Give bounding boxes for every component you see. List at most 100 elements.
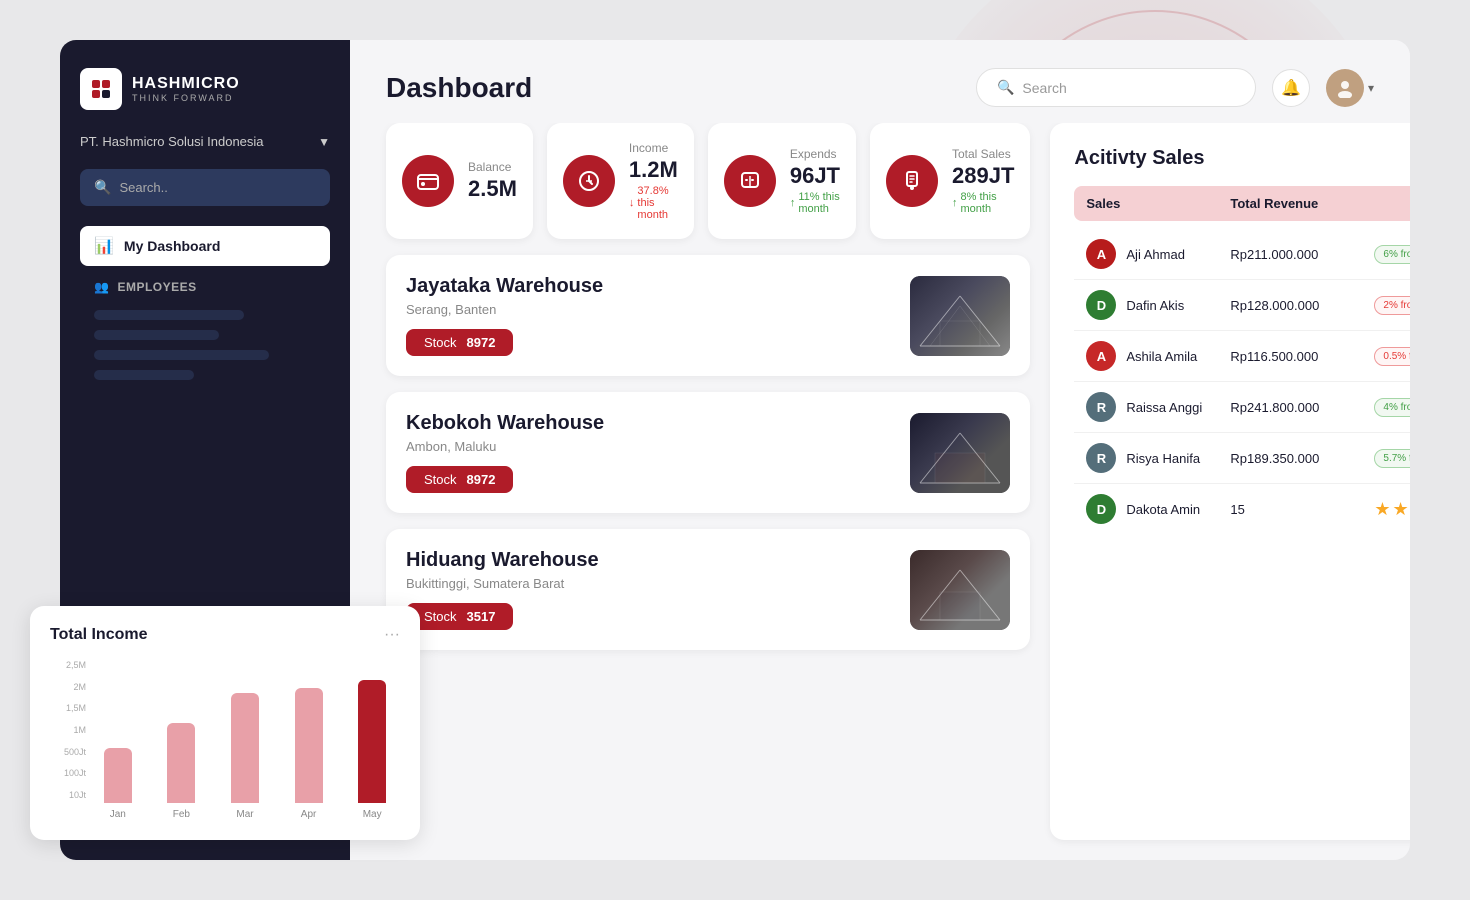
sales-change-0: 6% from last month (1374, 245, 1410, 264)
y-axis: 2,5M 2M 1,5M 1M 500Jt 100Jt 10Jt (50, 660, 86, 800)
logo-name: HASHMICRO (132, 75, 240, 93)
activity-row-1: D Dafin Akis Rp128.000.000 2% from last … (1074, 280, 1410, 331)
stat-info-balance: Balance 2.5M (468, 160, 517, 202)
chart-menu-icon[interactable]: ··· (384, 626, 400, 644)
sales-person-4: R Risya Hanifa (1086, 443, 1230, 473)
nav-item-placeholder-2[interactable] (94, 330, 219, 340)
avatar-chevron-icon: ▾ (1368, 81, 1374, 95)
main-content: Dashboard 🔍 🔔 ▾ (350, 40, 1410, 860)
sidebar-item-dashboard[interactable]: 📊 My Dashboard (80, 226, 330, 266)
sales-revenue-0: Rp211.000.000 (1230, 247, 1374, 262)
expends-change-arrow: ↑ (790, 197, 796, 209)
activity-row-2: A Ashila Amila Rp116.500.000 0.5% from l… (1074, 331, 1410, 382)
bar-2 (231, 693, 259, 803)
nav-item-placeholder-4[interactable] (94, 370, 194, 380)
chart-title: Total Income (50, 626, 148, 644)
y-label-5: 100Jt (64, 768, 86, 778)
warehouse-location-2: Bukittinggi, Sumatera Barat (406, 576, 599, 591)
warehouse-img-2 (910, 550, 1010, 630)
warehouse-card-0: Jayataka Warehouse Serang, Banten Stock … (386, 255, 1030, 376)
sales-change-4: 5.7% from last month (1374, 449, 1410, 468)
sales-avatar-3: R (1086, 392, 1116, 422)
header: Dashboard 🔍 🔔 ▾ (350, 40, 1410, 123)
bar-label-1: Feb (173, 809, 190, 820)
sidebar-section-employees: 👥 EMPLOYEES (80, 270, 330, 300)
bar-group-3: Apr (281, 680, 337, 820)
activity-table-header: Sales Total Revenue (1074, 186, 1410, 221)
stat-value-sales: 289JT (952, 163, 1014, 189)
warehouse-img-0 (910, 276, 1010, 356)
stat-label-income: Income (629, 141, 678, 155)
bar-3 (295, 688, 323, 803)
avatar[interactable] (1326, 69, 1364, 107)
sales-avatar-0: A (1086, 239, 1116, 269)
sales-name-0: Aji Ahmad (1126, 247, 1185, 262)
stock-value-2: 3517 (467, 609, 496, 624)
page-title: Dashboard (386, 72, 532, 104)
bar-4 (358, 680, 386, 803)
bar-label-4: May (363, 809, 382, 820)
sales-person-2: A Ashila Amila (1086, 341, 1230, 371)
sales-person-1: D Dafin Akis (1086, 290, 1230, 320)
sales-stars-5: ★★★ (1374, 499, 1410, 520)
warehouse-name-2: Hiduang Warehouse (406, 549, 599, 572)
sales-avatar-4: R (1086, 443, 1116, 473)
bar-0 (104, 748, 132, 803)
warehouse-name-1: Kebokoh Warehouse (406, 412, 604, 435)
header-right: 🔍 🔔 ▾ (976, 68, 1374, 107)
y-label-3: 1M (73, 725, 86, 735)
activity-row-5: D Dakota Amin 15 ★★★ (1074, 484, 1410, 534)
search-bar-icon: 🔍 (997, 79, 1014, 96)
y-label-0: 2,5M (66, 660, 86, 670)
balance-icon (402, 155, 454, 207)
expends-change-text: 11% this month (798, 191, 840, 215)
sidebar-search-box[interactable]: 🔍 (80, 169, 330, 206)
sales-name-5: Dakota Amin (1126, 502, 1200, 517)
dashboard-icon: 📊 (94, 236, 114, 256)
sales-revenue-5: 15 (1230, 502, 1374, 517)
stat-label-expends: Expends (790, 147, 840, 161)
sales-change-arrow: ↑ (952, 197, 958, 209)
expends-icon (724, 155, 776, 207)
sidebar-search-input[interactable] (119, 180, 316, 195)
chart-card: Total Income ··· 2,5M 2M 1,5M 1M 500Jt 1… (30, 606, 420, 840)
income-change-text: 37.8% this month (637, 185, 677, 221)
search-bar[interactable]: 🔍 (976, 68, 1256, 107)
bar-group-1: Feb (154, 680, 210, 820)
search-input[interactable] (1022, 80, 1235, 96)
user-avatar-wrapper[interactable]: ▾ (1326, 69, 1374, 107)
warehouse-img-1 (910, 413, 1010, 493)
activity-row-3: R Raissa Anggi Rp241.800.000 4% from las… (1074, 382, 1410, 433)
notification-bell[interactable]: 🔔 (1272, 69, 1310, 107)
sales-avatar-5: D (1086, 494, 1116, 524)
bar-label-0: Jan (110, 809, 126, 820)
sales-name-2: Ashila Amila (1126, 349, 1197, 364)
stock-value-0: 8972 (467, 335, 496, 350)
nav-item-placeholder-1[interactable] (94, 310, 244, 320)
sales-name-1: Dafin Akis (1126, 298, 1184, 313)
stat-change-income: ↓ 37.8% this month (629, 185, 678, 221)
employees-icon: 👥 (94, 280, 109, 294)
sales-change-2: 0.5% from last month (1374, 347, 1410, 366)
col-change-header (1374, 196, 1410, 211)
sidebar-item-label: My Dashboard (124, 238, 220, 254)
stock-badge-2: Stock 3517 (406, 603, 513, 630)
col-revenue-header: Total Revenue (1230, 196, 1374, 211)
totalsales-icon (886, 155, 938, 207)
nav-item-placeholder-3[interactable] (94, 350, 269, 360)
col-sales-header: Sales (1086, 196, 1230, 211)
company-selector[interactable]: PT. Hashmicro Solusi Indonesia ▼ (80, 130, 330, 153)
activity-row-4: R Risya Hanifa Rp189.350.000 5.7% from l… (1074, 433, 1410, 484)
stock-badge-0: Stock 8972 (406, 329, 513, 356)
sidebar-search-icon: 🔍 (94, 179, 111, 196)
stat-card-balance: Balance 2.5M (386, 123, 533, 239)
logo-icon (80, 68, 122, 110)
sales-revenue-4: Rp189.350.000 (1230, 451, 1374, 466)
bar-group-2: Mar (217, 680, 273, 820)
company-name: PT. Hashmicro Solusi Indonesia (80, 134, 264, 149)
stock-label-1: Stock (424, 472, 457, 487)
bar-label-2: Mar (236, 809, 253, 820)
bar-label-3: Apr (301, 809, 317, 820)
sales-change-1: 2% from last month (1374, 296, 1410, 315)
bar-group-0: Jan (90, 680, 146, 820)
